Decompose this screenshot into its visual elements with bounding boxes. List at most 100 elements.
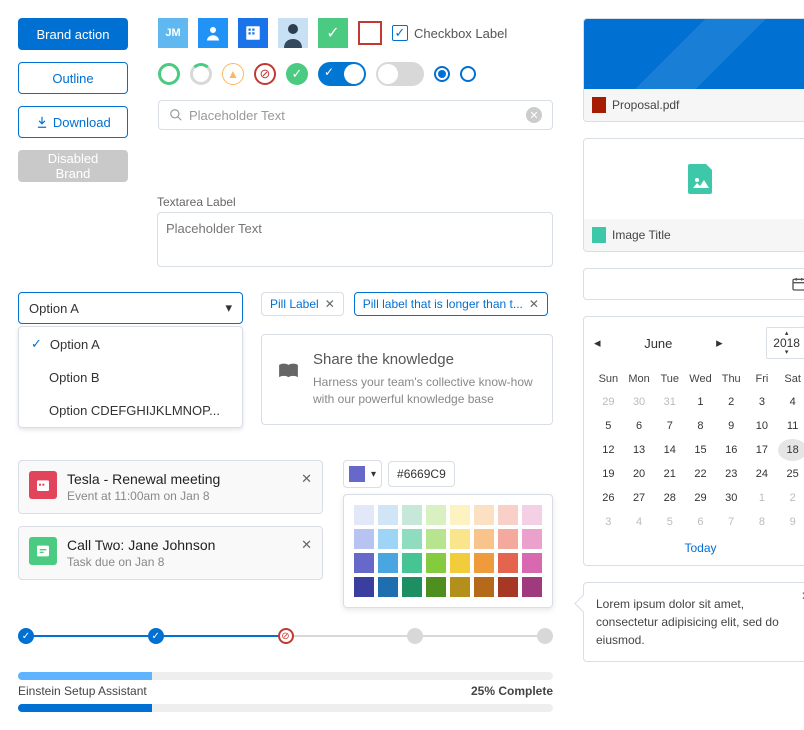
color-swatch[interactable] [402,505,422,525]
color-swatch[interactable] [426,505,446,525]
color-swatch[interactable] [498,577,518,597]
select-option[interactable]: ✓Option A [19,327,242,361]
calendar-day[interactable]: 6 [686,511,715,533]
calendar-day[interactable]: 29 [686,487,715,509]
color-swatch[interactable] [354,505,374,525]
calendar-day[interactable]: 22 [686,463,715,485]
select-option[interactable]: Option CDEFGHIJKLMNOP... [19,394,242,427]
clear-icon[interactable]: ✕ [526,107,542,123]
calendar-day[interactable]: 8 [686,415,715,437]
outline-button[interactable]: Outline [18,62,128,94]
calendar-day[interactable]: 14 [655,439,684,461]
calendar-day[interactable]: 5 [655,511,684,533]
calendar-day[interactable]: 11 [778,415,804,437]
color-swatch[interactable] [354,529,374,549]
calendar-day[interactable]: 24 [748,463,777,485]
color-swatch[interactable] [354,577,374,597]
event-card[interactable]: Tesla - Renewal meetingEvent at 11:00am … [18,460,323,514]
calendar-day[interactable]: 29 [594,391,623,413]
calendar-day[interactable]: 9 [778,511,804,533]
toggle-off[interactable] [376,62,424,86]
calendar-day[interactable]: 23 [717,463,746,485]
color-swatch[interactable] [402,553,422,573]
calendar-day[interactable]: 4 [625,511,654,533]
calendar-day[interactable]: 10 [748,415,777,437]
calendar-day[interactable]: 18 [778,439,804,461]
close-icon[interactable]: ✕ [301,537,312,553]
color-swatch[interactable] [498,529,518,549]
file-card-pdf[interactable]: Proposal.pdf [583,18,804,122]
color-swatch[interactable] [450,553,470,573]
calendar-day[interactable]: 2 [717,391,746,413]
color-swatch[interactable] [450,529,470,549]
calendar-day[interactable]: 25 [778,463,804,485]
toggle-on[interactable]: ✓ [318,62,366,86]
calendar-day[interactable]: 8 [748,511,777,533]
textarea-input[interactable] [157,212,553,267]
color-swatch[interactable] [474,529,494,549]
pill-selected[interactable]: Pill label that is longer than t...✕ [354,292,548,316]
calendar-day[interactable]: 13 [625,439,654,461]
calendar-day[interactable]: 17 [748,439,777,461]
calendar-day[interactable]: 6 [625,415,654,437]
color-swatch[interactable] [402,529,422,549]
calendar-day[interactable]: 4 [778,391,804,413]
calendar-day[interactable]: 26 [594,487,623,509]
calendar-day[interactable]: 1 [686,391,715,413]
brand-action-button[interactable]: Brand action [18,18,128,50]
color-swatch[interactable] [474,553,494,573]
calendar-day[interactable]: 27 [625,487,654,509]
search-input[interactable]: ✕ [158,100,553,130]
calendar-day[interactable]: 7 [655,415,684,437]
color-swatch[interactable] [522,505,542,525]
color-swatch[interactable] [498,505,518,525]
color-swatch[interactable] [426,577,446,597]
color-swatch[interactable] [378,553,398,573]
color-swatch[interactable] [498,553,518,573]
calendar-day[interactable]: 15 [686,439,715,461]
calendar-day[interactable]: 2 [778,487,804,509]
radio-checked[interactable] [434,66,450,82]
calendar-day[interactable]: 12 [594,439,623,461]
close-icon[interactable]: ✕ [529,297,539,311]
calendar-day[interactable]: 20 [625,463,654,485]
calendar-day[interactable]: 3 [748,391,777,413]
color-swatch[interactable] [474,577,494,597]
color-swatch[interactable] [354,553,374,573]
calendar-day[interactable]: 3 [594,511,623,533]
color-swatch[interactable] [450,577,470,597]
color-swatch[interactable] [522,577,542,597]
calendar-day[interactable]: 5 [594,415,623,437]
color-swatch[interactable] [426,529,446,549]
color-swatch[interactable] [522,553,542,573]
date-input[interactable] [583,268,804,300]
calendar-day[interactable]: 16 [717,439,746,461]
radio-unchecked[interactable] [460,66,476,82]
checkbox[interactable]: ✓Checkbox Label [392,25,507,41]
color-swatch[interactable] [378,529,398,549]
calendar-day[interactable]: 28 [655,487,684,509]
calendar-day[interactable]: 30 [625,391,654,413]
today-link[interactable]: Today [594,541,804,555]
pill[interactable]: Pill Label✕ [261,292,344,316]
close-icon[interactable]: ✕ [301,471,312,487]
color-swatch[interactable] [378,577,398,597]
color-swatch[interactable] [402,577,422,597]
close-icon[interactable]: ✕ [325,297,335,311]
calendar-day[interactable]: 9 [717,415,746,437]
color-swatch[interactable] [474,505,494,525]
calendar-day[interactable]: 7 [717,511,746,533]
select-option[interactable]: Option B [19,361,242,394]
file-card-image[interactable]: Image Title [583,138,804,252]
color-swatch[interactable] [450,505,470,525]
calendar-day[interactable]: 31 [655,391,684,413]
color-swatch[interactable] [378,505,398,525]
select-dropdown[interactable]: Option A▾ [18,292,243,324]
calendar-day[interactable]: 21 [655,463,684,485]
color-swatch[interactable] [522,529,542,549]
calendar-day[interactable]: 30 [717,487,746,509]
task-card[interactable]: Call Two: Jane JohnsonTask due on Jan 8 … [18,526,323,580]
color-picker-button[interactable]: ▾ [343,460,382,488]
color-hex-input[interactable]: #6669C9 [388,461,455,487]
prev-month-button[interactable]: ◂ [594,335,601,351]
